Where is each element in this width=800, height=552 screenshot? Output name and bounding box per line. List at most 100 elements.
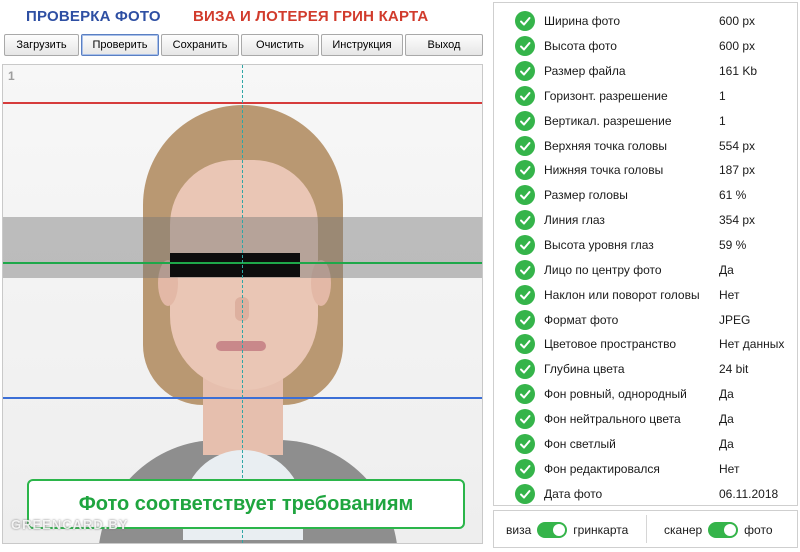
result-value: Да [719,262,734,277]
result-label: Верхняя точка головы [544,138,668,153]
check-icon [515,36,535,57]
check-icon [515,483,535,504]
result-label: Вертикал. разрешение [544,113,672,128]
check-icon [515,359,535,380]
result-value: Да [719,436,734,451]
check-icon [515,433,535,454]
check-icon [515,334,535,355]
result-label: Наклон или поворот головы [544,287,700,302]
toolbar: Загрузить Проверить Сохранить Очистить И… [4,34,484,58]
result-label: Размер головы [544,188,628,203]
result-row: Вертикал. разрешение 1 [494,108,797,133]
visa-greencard-switch[interactable] [537,522,568,538]
photo-number: 1 [8,69,15,83]
visa-greencard-toggle-group: виза гринкарта [506,521,628,539]
result-label: Нижняя точка головы [544,163,664,178]
center-line [242,65,243,543]
result-row: Верхняя точка головы 554 px [494,133,797,158]
visa-label: виза [506,523,532,537]
check-icon [515,284,535,305]
scanner-photo-toggle-group: сканер фото [664,521,773,539]
result-label: Формат фото [544,312,619,327]
result-row: Размер головы 61 % [494,183,797,208]
result-value: 1 [719,113,726,128]
result-row: Лицо по центру фото Да [494,258,797,283]
result-value: 354 px [719,213,756,228]
result-row: Высота уровня глаз 59 % [494,233,797,258]
result-value: 600 px [719,39,756,54]
result-label: Линия глаз [544,213,605,228]
result-value: JPEG [719,312,751,327]
toggle-divider [646,515,647,543]
check-icon [515,235,535,256]
result-row: Нижняя точка головы 187 px [494,158,797,183]
result-label: Фон светлый [544,436,616,451]
check-icon [515,85,535,106]
result-row: Фон светлый Да [494,431,797,456]
exit-button[interactable]: Выход [405,34,483,56]
result-value: 59 % [719,238,747,253]
result-row: Глубина цвета 24 bit [494,357,797,382]
result-row: Формат фото JPEG [494,307,797,332]
load-button[interactable]: Загрузить [4,34,79,56]
check-icon [515,259,535,280]
photo-mouth [216,341,266,351]
result-row: Фон нейтрального цвета Да [494,407,797,432]
result-label: Глубина цвета [544,362,625,377]
scanner-label: сканер [664,523,703,537]
result-value: 61 % [719,188,747,203]
scanner-photo-switch[interactable] [708,522,739,538]
result-label: Ширина фото [544,14,621,29]
result-value: Нет [719,461,740,476]
results-panel: Ширина фото 600 px Высота фото 600 px Размер… [493,2,798,506]
result-label: Высота уровня глаз [544,238,654,253]
result-label: Высота фото [544,39,617,54]
result-value: 600 px [719,14,756,29]
mode-toggles: виза гринкарта сканер фото [493,510,798,548]
result-row: Ширина фото 600 px [494,9,797,34]
result-label: Фон нейтрального цвета [544,411,681,426]
switch-knob [553,524,566,536]
check-icon [515,210,535,231]
check-icon [515,110,535,131]
result-row: Горизонт. разрешение 1 [494,84,797,109]
eye-censor-bar [170,253,300,277]
result-row: Линия глаз 354 px [494,208,797,233]
result-row: Фон ровный, однородный Да [494,382,797,407]
result-value: 187 px [719,163,756,178]
greencard-label: гринкарта [573,523,629,537]
result-row: Цветовое пространство Нет данных [494,332,797,357]
result-row: Наклон или поворот головы Нет [494,282,797,307]
result-label: Размер файла [544,64,626,79]
result-row: Размер файла 161 Kb [494,59,797,84]
result-value: Нет данных [719,337,785,352]
photo-preview: 1 Фото соответствует требованиям GREENCA… [2,64,483,544]
result-label: Цветовое пространство [544,337,677,352]
switch-knob [724,524,737,536]
check-icon [515,11,535,32]
check-icon [515,135,535,156]
instructions-button[interactable]: Инструкция [321,34,403,56]
result-value: 24 bit [719,362,749,377]
result-value: Да [719,387,734,402]
save-button[interactable]: Сохранить [161,34,239,56]
check-button[interactable]: Проверить [81,34,159,56]
check-icon [515,61,535,82]
result-value: 161 Kb [719,64,758,79]
check-icon [515,408,535,429]
watermark: GREENCARD.BY [11,517,129,532]
result-label: Горизонт. разрешение [544,88,668,103]
result-value: Нет [719,287,740,302]
check-icon [515,309,535,330]
app-subtitle: ВИЗА И ЛОТЕРЕЯ ГРИН КАРТА [193,8,429,25]
result-row: Дата фото 06.11.2018 [494,481,797,506]
check-icon [515,160,535,181]
check-icon [515,458,535,479]
result-value: 554 px [719,138,756,153]
result-label: Фон ровный, однородный [544,387,687,402]
clear-button[interactable]: Очистить [241,34,319,56]
result-value: Да [719,411,734,426]
result-label: Дата фото [544,486,603,501]
result-row: Высота фото 600 px [494,34,797,59]
result-value: 1 [719,88,726,103]
